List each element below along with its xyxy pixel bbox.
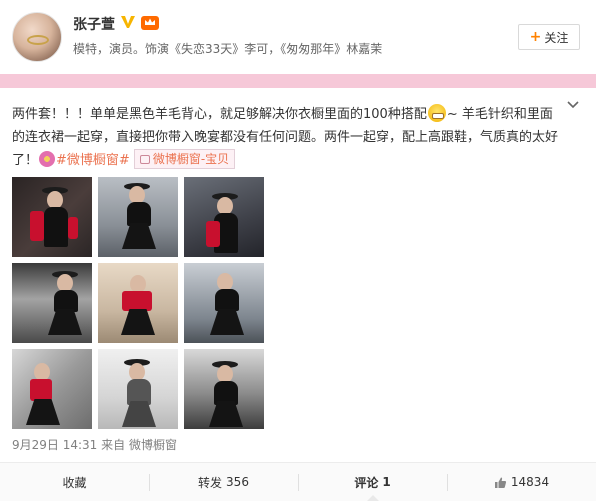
post-text-part1: 两件套！！！单单是黑色羊毛背心，就足够解决你衣橱里面的100种搭配 xyxy=(12,107,427,122)
photo-4[interactable] xyxy=(12,263,92,343)
source-prefix: 来自 xyxy=(101,438,126,452)
photo-7[interactable] xyxy=(12,349,92,429)
crown-badge-icon[interactable] xyxy=(140,13,160,31)
post-meta: 9月29日 14:31 来自 微博橱窗 xyxy=(12,436,177,453)
ring-decoration xyxy=(27,35,49,45)
comment-label: 评论 xyxy=(354,475,379,490)
flower-icon xyxy=(39,151,56,167)
chevron-down-icon[interactable] xyxy=(566,98,580,112)
post-text: 两件套！！！单单是黑色羊毛背心，就足够解决你衣橱里面的100种搭配 ~ 羊毛针织和… xyxy=(12,103,562,172)
comment-count: 1 xyxy=(382,475,391,489)
banner-divider xyxy=(0,74,596,88)
collect-label: 收藏 xyxy=(62,475,87,490)
comment-button[interactable]: 评论 1 xyxy=(298,463,447,501)
follow-label: 关注 xyxy=(544,30,569,45)
user-bio: 模特，演员。饰演《失恋33天》李可，《匆匆那年》林嘉茉 xyxy=(73,42,383,56)
verified-v-icon[interactable] xyxy=(120,14,136,30)
shop-tag-label: 微博橱窗-宝贝 xyxy=(152,152,230,166)
photo-2[interactable] xyxy=(98,177,178,257)
topic-link[interactable]: #微博橱窗# xyxy=(56,153,130,168)
plus-icon: + xyxy=(529,29,542,45)
photo-1[interactable] xyxy=(12,177,92,257)
like-button[interactable]: 14834 xyxy=(447,463,596,501)
repost-button[interactable]: 转发 356 xyxy=(149,463,298,501)
follow-button[interactable]: + 关注 xyxy=(518,24,580,50)
shop-tag-link[interactable]: 微博橱窗-宝贝 xyxy=(133,149,236,169)
photo-5[interactable] xyxy=(98,263,178,343)
photo-6[interactable] xyxy=(184,263,264,343)
repost-count: 356 xyxy=(226,475,249,489)
photo-grid xyxy=(12,177,264,429)
profile-header: 张子萱 模特，演员。饰演《失恋33天》李可，《匆匆那年》林嘉茉 + 关注 xyxy=(0,0,596,74)
bag-icon xyxy=(139,155,150,164)
action-bar: 收藏 转发 356 评论 1 14834 xyxy=(0,462,596,501)
thumbs-up-icon xyxy=(494,477,506,488)
user-name[interactable]: 张子萱 xyxy=(73,14,115,34)
repost-label: 转发 xyxy=(198,475,223,490)
photo-9[interactable] xyxy=(184,349,264,429)
avatar[interactable] xyxy=(12,12,62,62)
grin-emoji-icon xyxy=(427,104,446,122)
collect-button[interactable]: 收藏 xyxy=(0,463,149,501)
photo-3[interactable] xyxy=(184,177,264,257)
like-count: 14834 xyxy=(510,475,550,489)
post-time[interactable]: 9月29日 14:31 xyxy=(12,438,97,452)
photo-8[interactable] xyxy=(98,349,178,429)
post-source[interactable]: 微博橱窗 xyxy=(129,438,177,452)
